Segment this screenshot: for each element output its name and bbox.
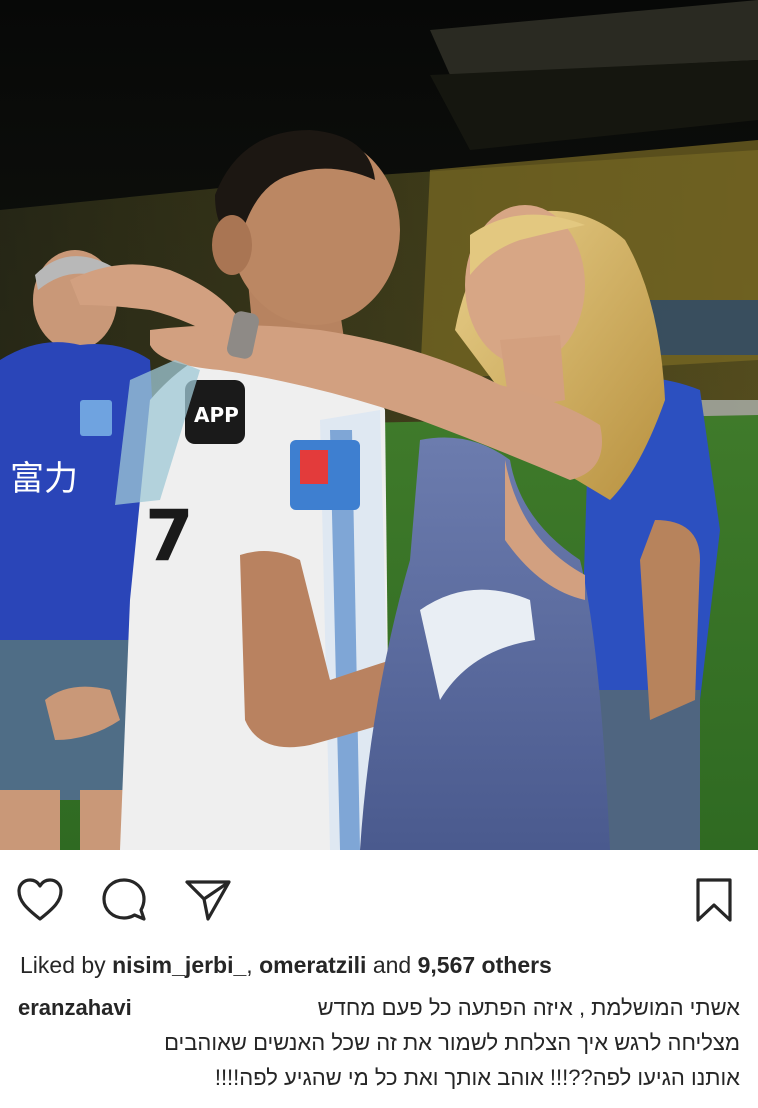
caption-text-1: אשתי המושלמת , איזה הפתעה כל פעם מחדש (317, 995, 740, 1020)
photo-illustration: 富力 APP 7 (0, 0, 758, 850)
post-action-bar (0, 868, 758, 932)
jersey-sponsor-badge: APP (194, 403, 239, 427)
heart-icon (17, 878, 63, 921)
caption-line-1: eranzahavi אשתי המושלמת , איזה הפתעה כל … (18, 990, 740, 1025)
paper-plane-icon (185, 880, 231, 921)
post-caption: eranzahavi אשתי המושלמת , איזה הפתעה כל … (18, 990, 740, 1095)
likes-summary: Liked by nisim_jerbi_, omeratzili and 9,… (20, 948, 740, 982)
caption-text-3: אותנו הגיעו לפה??!!! אוהב אותך ואת כל מי… (214, 1065, 740, 1090)
liked-by-user-1[interactable]: nisim_jerbi_ (112, 952, 246, 978)
liked-by-user-2[interactable]: omeratzili (259, 952, 366, 978)
post-photo[interactable]: 富力 APP 7 (0, 0, 758, 850)
comment-icon (102, 878, 146, 921)
instagram-post: 富力 APP 7 Liked by nisim_jerbi_, omeratzi… (0, 0, 758, 1108)
jersey-number: 7 (145, 495, 194, 577)
caption-text-2: מצליחה לרגש איך הצלחת לשמור את זה שכל הא… (164, 1030, 740, 1055)
caption-author[interactable]: eranzahavi (18, 990, 132, 1025)
like-button[interactable] (12, 868, 68, 932)
likes-separator: , (246, 952, 253, 978)
likes-prefix: Liked by (20, 952, 106, 978)
fan-shirt-text: 富力 (10, 459, 78, 499)
bookmark-icon (696, 878, 732, 922)
save-button[interactable] (686, 868, 742, 932)
caption-line-2: מצליחה לרגש איך הצלחת לשמור את זה שכל הא… (18, 1025, 740, 1060)
likes-and: and (372, 952, 412, 978)
likes-count-link[interactable]: 9,567 others (418, 952, 552, 978)
share-button[interactable] (180, 868, 236, 932)
comment-button[interactable] (96, 868, 152, 932)
caption-line-3: אותנו הגיעו לפה??!!! אוהב אותך ואת כל מי… (18, 1060, 740, 1095)
